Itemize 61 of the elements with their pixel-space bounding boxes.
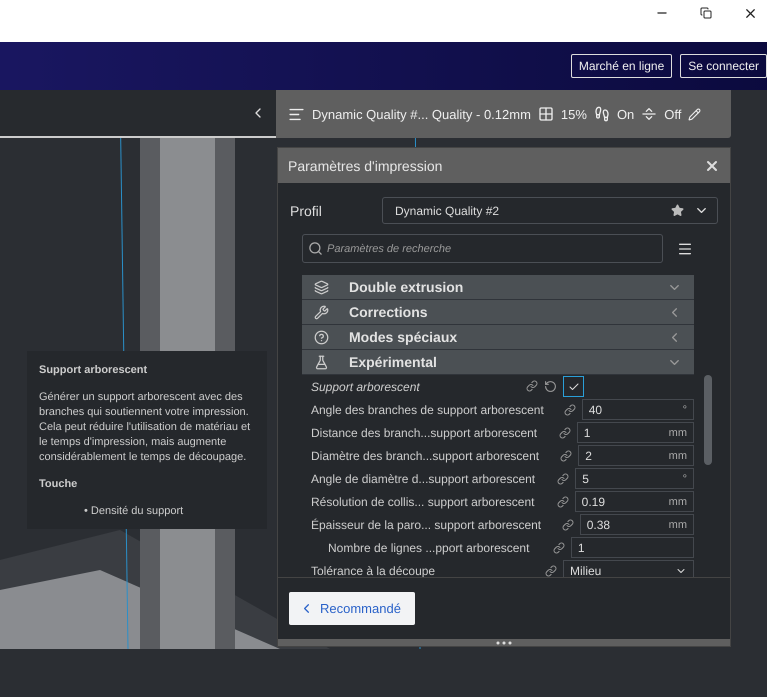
search-field[interactable]: Paramètres de recherche [302, 234, 663, 263]
layers-icon [314, 280, 329, 294]
category-header[interactable]: Expérimental [302, 350, 694, 375]
check-icon [568, 380, 580, 392]
link-icon [560, 450, 572, 462]
tooltip-text: Générer un support arborescent avec des branches qui soutiennent votre impression. Cela peut réduire l'utilisation de matériau et le temps d'impression, mais augmente considérablement le temps de découpage. [39, 390, 252, 465]
header-button[interactable]: Se connecter [680, 54, 767, 78]
link-icon [556, 496, 569, 508]
flask-icon [314, 354, 329, 370]
tooltip-list-item: • Densité du support [83, 504, 184, 519]
setting-input-field[interactable]: 40 ° [582, 399, 694, 420]
link-icon [558, 426, 571, 438]
support-text: On [616, 106, 634, 122]
setting-input-field[interactable]: 2 mm [578, 445, 694, 466]
menu-lines-icon [677, 240, 693, 256]
setting-input-field[interactable]: 1 mm [576, 422, 694, 443]
tooltip-section-title: Touche [39, 477, 78, 492]
adhesion-text: Off [664, 106, 682, 122]
reset-icon[interactable] [544, 380, 557, 393]
scrollbar-thumb[interactable] [704, 375, 712, 465]
edit-icon [688, 108, 702, 120]
print-settings-bar[interactable]: Dynamic Quality #... Quality - 0.12mm 15% On Off [276, 90, 731, 138]
resize-handle[interactable] [278, 639, 730, 646]
link-icon [552, 542, 565, 554]
setting-checkbox[interactable] [563, 376, 584, 397]
setting-input-field[interactable]: 1 [570, 537, 694, 558]
setting-label: Diamètre des branch...support arborescent [311, 448, 540, 462]
panel-title: Paramètres d'impression [288, 158, 442, 174]
search-icon [308, 241, 323, 256]
category-header[interactable]: Double extrusion [302, 275, 694, 300]
setting-label: Angle de diamètre d...support arborescent [311, 472, 536, 486]
link-icon [564, 404, 576, 416]
restore-icon [700, 7, 712, 19]
setting-input-field[interactable]: 0.38 mm [580, 514, 694, 535]
star-icon[interactable] [671, 204, 684, 217]
setting-input-field[interactable]: 5 ° [575, 468, 694, 489]
link-icon [526, 380, 538, 392]
setting-label: Support arborescent [311, 380, 421, 394]
setting-label: Tolérance à la découpe [311, 564, 436, 577]
setting-label: Distance des branch...support arborescent [311, 426, 538, 440]
category-header[interactable]: Corrections [302, 300, 694, 325]
wrench-icon [314, 304, 329, 320]
header-button[interactable]: Marché en ligne [570, 54, 672, 78]
setting-label: Résolution de collis... support arborescent [311, 494, 534, 508]
tooltip-title: Support arborescent [39, 363, 148, 378]
profile-label: Profil [290, 202, 322, 218]
setting-label: Nombre de lignes ...pport arborescent [328, 540, 530, 554]
category-header[interactable]: Modes spéciaux [302, 325, 694, 350]
menu-icon[interactable] [677, 240, 693, 256]
profile-dropdown[interactable]: Dynamic Quality #2 [382, 197, 718, 224]
link-icon [562, 518, 574, 530]
link-icon [557, 472, 570, 484]
recommended-button[interactable]: Recommandé [289, 592, 415, 625]
infill-text: 15% [560, 106, 587, 122]
profile-text: Dynamic Quality #... Quality - 0.12mm [312, 106, 531, 122]
setting-input-field[interactable]: 0.19 mm [574, 491, 694, 512]
setting-label: Épaisseur de la paro... support arborescent [311, 518, 542, 532]
setting-dropdown[interactable]: Milieu [563, 560, 694, 577]
question-icon [314, 330, 329, 344]
link-icon [545, 564, 557, 576]
setting-label: Angle des branches de support arborescent [311, 402, 544, 416]
